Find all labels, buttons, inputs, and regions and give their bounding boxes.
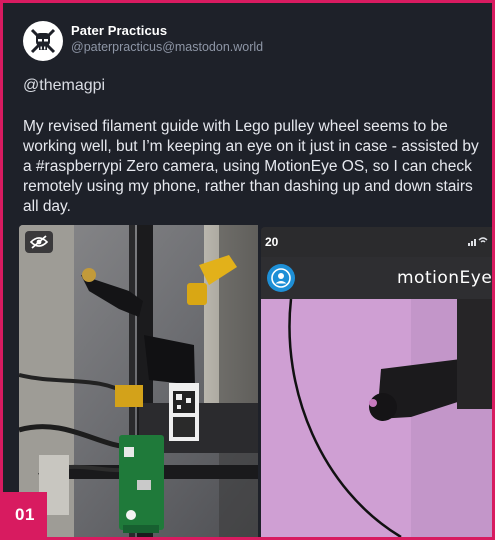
wifi-icon	[468, 237, 488, 246]
avatar[interactable]	[23, 21, 63, 61]
user-glyph-icon	[271, 268, 291, 288]
printer-photo-illustration	[19, 225, 258, 537]
post-card: Pater Practicus @paterpracticus@mastodon…	[3, 3, 492, 537]
mastodon-pirate-avatar-icon	[30, 28, 56, 54]
media-attachments: 20 motionEye	[19, 225, 492, 537]
mention-link[interactable]: @themagpi	[23, 77, 105, 95]
phone-status-bar: 20	[261, 227, 492, 257]
figure-number-badge: 01	[3, 492, 47, 537]
user-circle-icon[interactable]	[267, 264, 295, 292]
post-header: Pater Practicus @paterpracticus@mastodon…	[23, 21, 463, 61]
motioneye-app-bar: motionEye	[261, 257, 492, 299]
signal-icon	[468, 236, 488, 249]
camera-feed[interactable]	[261, 299, 492, 537]
account-handle[interactable]: @paterpracticus@mastodon.world	[71, 40, 263, 54]
post-body-text: My revised filament guide with Lego pull…	[23, 118, 479, 215]
display-name[interactable]: Pater Practicus	[71, 23, 167, 38]
app-title: motionEye	[397, 268, 492, 288]
camera-feed-illustration	[261, 299, 492, 537]
hide-media-toggle[interactable]	[25, 231, 53, 253]
eye-slash-icon	[30, 235, 48, 249]
phone-clock: 20	[265, 235, 279, 249]
printer-photo[interactable]	[19, 225, 258, 537]
phone-screenshot[interactable]: 20 motionEye	[261, 227, 492, 537]
